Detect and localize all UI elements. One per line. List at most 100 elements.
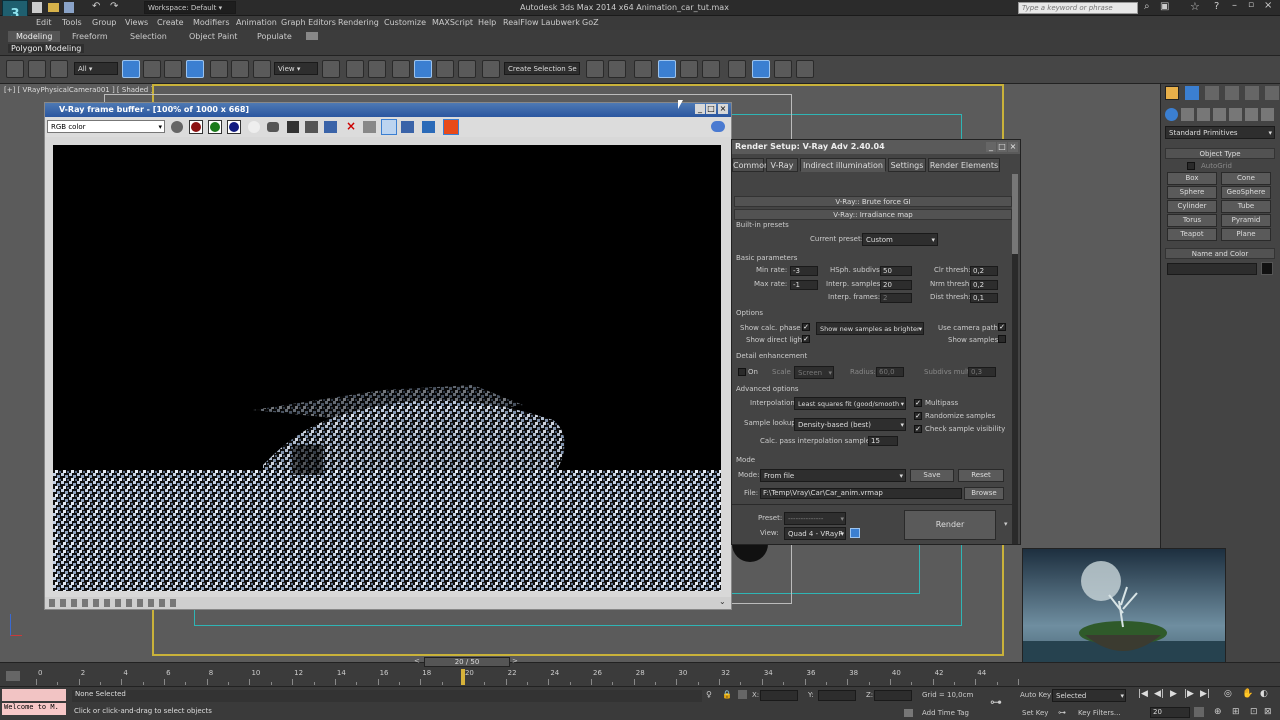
maximize-viewport-icon[interactable]: ⊡ (1250, 707, 1258, 717)
render-setup-dialog[interactable]: Render Setup: V-Ray Adv 2.40.04 _ □ × Co… (731, 139, 1021, 545)
interp-frames-spinner[interactable]: 2 (880, 293, 912, 303)
pyramid-button[interactable]: Pyramid (1221, 214, 1271, 227)
sample-lookup-dropdown[interactable]: Density-based (best) ▾ (794, 418, 906, 431)
menu-help[interactable]: Help (478, 18, 496, 27)
curve-editor-icon[interactable] (680, 60, 698, 78)
current-preset-dropdown[interactable]: Custom ▾ (862, 233, 938, 246)
undo-icon[interactable]: ↶ (92, 1, 100, 12)
ribbon-tab-object-paint[interactable]: Object Paint (189, 32, 237, 41)
vfb-render-canvas[interactable] (53, 145, 721, 591)
teapot-button[interactable]: Teapot (1167, 228, 1217, 241)
vfb-region-render-icon[interactable] (381, 119, 397, 135)
prev-frame-icon[interactable]: ◀| (1154, 689, 1164, 699)
ribbon-tab-freeform[interactable]: Freeform (72, 32, 108, 41)
workspace-dropdown[interactable]: Workspace: Default ▾ (144, 1, 236, 14)
helpers-icon[interactable] (1229, 108, 1242, 121)
tab-settings[interactable]: Settings (888, 158, 926, 172)
current-frame-field[interactable]: 20 (1150, 707, 1190, 718)
timeline[interactable]: 20 / 50 < > 0 2 4 6 8 10 12 14 16 18 20 22 24 26 28 30 3… (0, 657, 1280, 687)
cylinder-button[interactable]: Cylinder (1167, 200, 1217, 213)
mode-reset-button[interactable]: Reset (958, 469, 1004, 482)
menu-animation[interactable]: Animation (236, 18, 277, 27)
vfb-close-button[interactable]: × (718, 104, 728, 114)
preset-dropdown[interactable]: -------------- ▾ (784, 512, 846, 525)
torus-button[interactable]: Torus (1167, 214, 1217, 227)
lights-icon[interactable] (1197, 108, 1210, 121)
cone-button[interactable]: Cone (1221, 172, 1271, 185)
clr-thresh-spinner[interactable]: 0,2 (970, 266, 998, 276)
selection-lock-icon[interactable]: 🔒 (722, 690, 732, 699)
viewport-label[interactable]: [+] [ VRayPhysicalCamera001 ] [ Shaded ] (4, 86, 153, 94)
set-key-button[interactable]: Set Key (1022, 709, 1048, 717)
use-camera-path-checkbox[interactable]: ✓ (998, 323, 1006, 331)
tab-indirect-illumination[interactable]: Indirect illumination (800, 158, 886, 172)
menu-goz[interactable]: GoZ (582, 18, 599, 27)
redo-icon[interactable]: ↷ (110, 1, 118, 12)
name-and-color-rollout[interactable]: Name and Color (1165, 248, 1275, 259)
motion-tab-icon[interactable] (1225, 86, 1239, 100)
new-icon[interactable] (32, 2, 42, 13)
next-frame-icon[interactable]: |▶ (1184, 689, 1194, 699)
show-direct-light-checkbox[interactable]: ✓ (802, 335, 810, 343)
vfb-duplicate-icon[interactable] (324, 121, 337, 133)
vray-frame-buffer-window[interactable]: V-Ray frame buffer - [100% of 1000 x 668… (44, 102, 732, 610)
time-slider-next-icon[interactable]: > (512, 657, 518, 665)
vfb-teapot-icon[interactable] (711, 121, 725, 132)
modify-tab-icon[interactable] (1185, 86, 1199, 100)
menu-tools[interactable]: Tools (62, 18, 82, 27)
plane-button[interactable]: Plane (1221, 228, 1271, 241)
unlink-icon[interactable] (28, 60, 46, 78)
menu-laubwerk[interactable]: Laubwerk (541, 18, 580, 27)
select-link-icon[interactable] (6, 60, 24, 78)
object-name-field[interactable] (1167, 263, 1257, 275)
zoom-all-icon[interactable]: ⊞ (1232, 707, 1240, 717)
tab-common[interactable]: Common (732, 158, 769, 172)
rollout-brute-force-gi[interactable]: V-Ray:: Brute force GI (734, 196, 1012, 207)
search-input[interactable] (1018, 2, 1138, 14)
ribbon-options-icon[interactable] (306, 32, 318, 40)
named-selection-sets-dropdown[interactable]: Create Selection Se ▾ (504, 62, 580, 75)
zoom-region-icon[interactable]: ⊠ (1264, 707, 1272, 717)
time-slider[interactable]: 20 / 50 (424, 657, 510, 667)
vfb-track-mouse-icon[interactable] (363, 121, 376, 133)
menu-group[interactable]: Group (92, 18, 116, 27)
select-by-name-icon[interactable] (143, 60, 161, 78)
mode-save-button[interactable]: Save (910, 469, 954, 482)
systems-icon[interactable] (1261, 108, 1274, 121)
multipass-checkbox[interactable]: ✓ (914, 399, 922, 407)
graphite-toggle-icon[interactable] (658, 60, 676, 78)
scale-icon[interactable] (253, 60, 271, 78)
render-button[interactable]: Render (904, 510, 996, 540)
maxscript-listener[interactable]: Welcome to M. (2, 703, 66, 715)
interpolation-dropdown[interactable]: Least squares fit (good/smooth ▾ (794, 397, 906, 410)
geometry-icon[interactable] (1165, 108, 1178, 121)
tab-vray[interactable]: V-Ray (766, 158, 798, 172)
menu-edit[interactable]: Edit (36, 18, 52, 27)
cameras-icon[interactable] (1213, 108, 1226, 121)
track-bar[interactable]: 0 2 4 6 8 10 12 14 16 18 20 22 24 26 28 30 32 34 36 38 40 42 4… (36, 669, 1019, 687)
rectangular-selection-icon[interactable] (164, 60, 182, 78)
spinner-snap-icon[interactable] (458, 60, 476, 78)
open-icon[interactable] (48, 3, 59, 12)
reference-coordinate-dropdown[interactable]: View ▾ (274, 62, 318, 75)
shapes-icon[interactable] (1181, 108, 1194, 121)
selection-filter-dropdown[interactable]: All ▾ (74, 62, 118, 75)
ribbon-subpanel-label[interactable]: Polygon Modeling (8, 44, 85, 53)
radius-spinner[interactable]: 60,0 (876, 367, 904, 377)
pan-icon[interactable]: ✋ (1242, 689, 1253, 699)
tube-button[interactable]: Tube (1221, 200, 1271, 213)
star-icon[interactable]: ☆ (1190, 0, 1200, 13)
detail-enhancement-checkbox[interactable] (738, 368, 746, 376)
subdivs-mult-spinner[interactable]: 0,3 (968, 367, 996, 377)
menu-rendering[interactable]: Rendering (338, 18, 379, 27)
time-slider-prev-icon[interactable]: < (414, 657, 420, 665)
mini-curve-editor-icon[interactable] (6, 671, 20, 681)
vfb-blue-channel-icon[interactable] (227, 120, 241, 134)
save-icon[interactable] (64, 2, 74, 13)
vfb-save-icon[interactable] (287, 121, 299, 133)
vfb-red-channel-icon[interactable] (189, 120, 203, 134)
ribbon-tab-selection[interactable]: Selection (130, 32, 167, 41)
window-crossing-icon[interactable] (186, 60, 204, 78)
space-warps-icon[interactable] (1245, 108, 1258, 121)
rs-maximize-button[interactable]: □ (997, 142, 1007, 152)
